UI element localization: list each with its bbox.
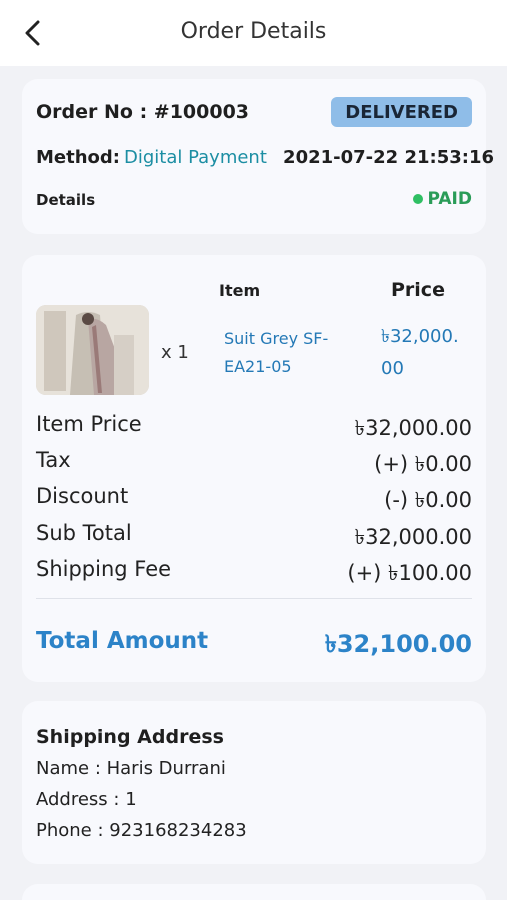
payment-method-label: Method:: [36, 147, 120, 168]
payment-status: PAID: [412, 189, 473, 209]
shipping-address-card: Shipping Address Name : Haris Durrani Ad…: [22, 701, 486, 864]
details-label: Details: [36, 191, 96, 209]
product-image[interactable]: [36, 305, 149, 395]
order-summary-card: Order No : #100003 DELIVERED Method: Dig…: [22, 79, 494, 234]
order-number: Order No : #100003: [36, 101, 250, 123]
shipping-phone: Phone : 923168234283: [36, 820, 247, 841]
item-price: ৳32,000. 00: [381, 321, 459, 385]
column-header-price: Price: [391, 279, 445, 301]
item-name-line-2: EA21-05: [224, 357, 292, 376]
item-price-label: Item Price: [36, 412, 142, 436]
item-name-link[interactable]: Suit Grey SF- EA21-05: [224, 325, 328, 381]
tax-label: Tax: [36, 448, 71, 472]
discount-label: Discount: [36, 484, 129, 508]
total-amount-value: ৳32,100.00: [324, 630, 472, 658]
order-items-card: Item Price x 1 Suit Grey SF- EA21-05 ৳32…: [22, 255, 486, 682]
app-bar: Order Details: [0, 0, 507, 66]
status-badge: DELIVERED: [331, 97, 472, 127]
shipping-name: Name : Haris Durrani: [36, 758, 226, 779]
order-date: 2021-07-22 21:53:16: [283, 147, 494, 168]
item-name-line-1: Suit Grey SF-: [224, 329, 329, 348]
discount-value: (-) ৳0.00: [384, 488, 472, 512]
item-price-line-1: ৳32,000.: [381, 326, 459, 347]
subtotal-value: ৳32,000.00: [354, 525, 472, 549]
payment-status-text: PAID: [427, 189, 473, 209]
item-price-value: ৳32,000.00: [354, 416, 472, 440]
status-dot-icon: [412, 194, 423, 204]
next-card: [22, 884, 486, 900]
shipping-address: Address : 1: [36, 789, 137, 810]
total-amount-label: Total Amount: [36, 628, 209, 654]
shipping-fee-label: Shipping Fee: [36, 557, 172, 581]
shipping-address-title: Shipping Address: [36, 726, 224, 748]
item-quantity: x 1: [161, 342, 189, 363]
page-title: Order Details: [180, 19, 327, 44]
column-header-item: Item: [219, 281, 261, 300]
payment-method-value: Digital Payment: [124, 147, 267, 168]
shipping-fee-value: (+) ৳100.00: [347, 561, 472, 585]
item-price-line-2: 00: [381, 358, 404, 379]
tax-value: (+) ৳0.00: [374, 452, 472, 476]
divider: [36, 598, 472, 599]
subtotal-label: Sub Total: [36, 521, 132, 545]
